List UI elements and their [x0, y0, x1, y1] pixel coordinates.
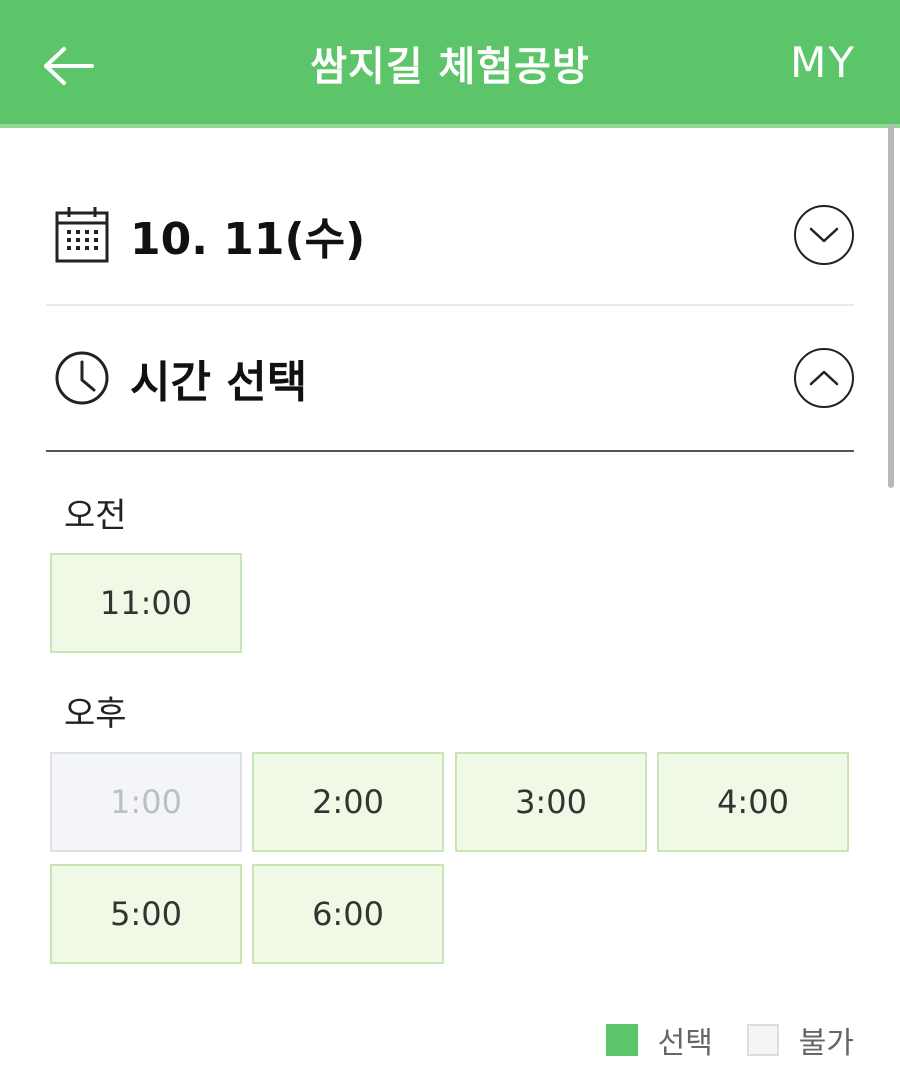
legend-selected-label: 선택	[657, 1026, 713, 1061]
booking-page: 쌈지길 체험공방 MY 10. 11(수) 시간 선택 오전 11:00 오후 …	[0, 0, 900, 1090]
page-title: 쌈지길 체험공방	[310, 44, 590, 90]
chevron-down-icon	[809, 227, 839, 243]
chevron-up-icon	[809, 370, 839, 386]
legend: 선택 불가	[572, 1018, 854, 1062]
legend-unavailable-label: 불가	[798, 1026, 854, 1061]
time-slot-0600[interactable]: 6:00	[252, 864, 444, 964]
time-section-title: 시간 선택	[130, 357, 308, 408]
time-slot-0500[interactable]: 5:00	[50, 864, 242, 964]
selected-date: 10. 11(수)	[130, 214, 366, 265]
calendar-icon	[50, 203, 114, 267]
legend-unavailable: 불가	[746, 1018, 854, 1062]
pm-label: 오후	[64, 694, 127, 734]
scrollbar[interactable]	[888, 124, 894, 488]
my-page-button[interactable]: MY	[790, 38, 856, 87]
time-slot-0200[interactable]: 2:00	[252, 752, 444, 852]
time-slot-0100-unavailable: 1:00	[50, 752, 242, 852]
time-slot-0400[interactable]: 4:00	[657, 752, 849, 852]
time-slot-0300[interactable]: 3:00	[455, 752, 647, 852]
time-selector[interactable]: 시간 선택	[46, 306, 854, 452]
app-header: 쌈지길 체험공방 MY	[0, 0, 900, 128]
date-selector[interactable]: 10. 11(수)	[46, 166, 854, 306]
selected-swatch	[605, 1024, 638, 1056]
time-slot-1100[interactable]: 11:00	[50, 553, 242, 653]
time-toggle-button[interactable]	[794, 348, 854, 408]
unavailable-swatch	[746, 1024, 779, 1056]
legend-selected: 선택	[605, 1018, 713, 1062]
date-toggle-button[interactable]	[794, 205, 854, 265]
clock-icon	[50, 346, 114, 410]
am-label: 오전	[64, 496, 127, 536]
